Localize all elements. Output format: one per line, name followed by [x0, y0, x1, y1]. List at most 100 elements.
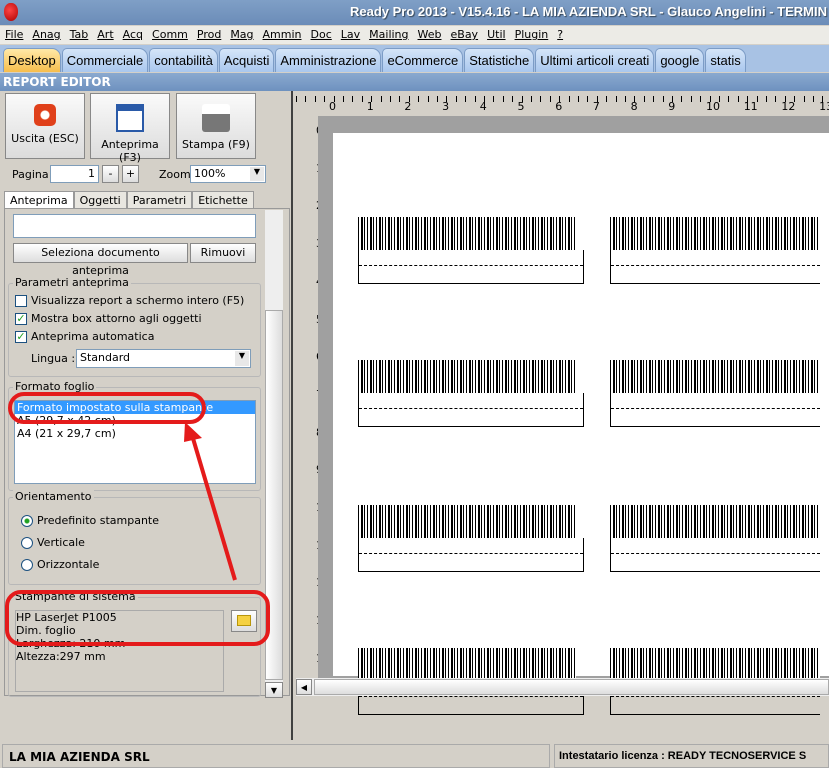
- ruler-tick: [803, 96, 805, 102]
- language-select[interactable]: Standard ▼: [76, 349, 251, 368]
- radio-default-printer[interactable]: Predefinito stampante: [21, 514, 159, 527]
- print-label: Stampa (F9): [182, 138, 250, 151]
- label-text-placeholder: [610, 250, 820, 284]
- ruler-tick: [390, 96, 391, 102]
- horizontal-ruler: 012345678910111213: [296, 94, 829, 116]
- menu-acq[interactable]: Acq: [118, 26, 147, 44]
- ruler-tick: [437, 96, 438, 102]
- page-input[interactable]: 1: [50, 165, 99, 183]
- tab-2[interactable]: contabilità: [149, 48, 218, 72]
- select-preview-document-button[interactable]: Seleziona documento anteprima: [13, 243, 188, 277]
- menu-help[interactable]: ?: [552, 26, 567, 44]
- chevron-down-icon: ▼: [250, 167, 264, 181]
- menu-tab[interactable]: Tab: [65, 26, 93, 44]
- menu-comm[interactable]: Comm: [147, 26, 192, 44]
- menu-plugin[interactable]: Plugin: [510, 26, 553, 44]
- ruler-tick: [502, 96, 504, 102]
- ruler-tick: [681, 96, 683, 102]
- barcode: [358, 505, 576, 538]
- ruler-tick: [540, 96, 542, 102]
- barcode-label: [358, 217, 584, 284]
- ruler-tick: [352, 96, 354, 102]
- ruler-tick-label: 13: [819, 100, 829, 113]
- ruler-tick: [813, 96, 814, 102]
- ruler-tick: [643, 96, 645, 102]
- ruler-tick-label: 0: [329, 100, 336, 113]
- zoom-label: Zoom: [159, 168, 191, 181]
- ruler-tick: [493, 96, 495, 102]
- tab-5[interactable]: eCommerce: [382, 48, 464, 72]
- ruler-tick-label: 11: [743, 100, 758, 113]
- ruler-tick: [474, 96, 476, 102]
- ruler-tick: [737, 96, 739, 102]
- tab-0[interactable]: Desktop: [3, 48, 61, 72]
- preview-params-group: Parametri anteprima Visualizza report a …: [8, 276, 261, 377]
- tab-7[interactable]: Ultimi articoli creati: [535, 48, 655, 72]
- horizontal-scrollbar[interactable]: ◀: [296, 678, 829, 696]
- menu-file[interactable]: File: [0, 26, 27, 44]
- tab-oggetti[interactable]: Oggetti: [73, 191, 127, 209]
- menu-anag[interactable]: Anag: [27, 26, 64, 44]
- section-title: REPORT EDITOR: [0, 73, 829, 91]
- scroll-left-button[interactable]: ◀: [296, 679, 312, 695]
- menu-lav[interactable]: Lav: [336, 26, 364, 44]
- scroll-down-button[interactable]: ▼: [265, 682, 283, 698]
- menu-prod[interactable]: Prod: [192, 26, 225, 44]
- page-prev-button[interactable]: -: [102, 165, 119, 183]
- ruler-tick: [587, 96, 589, 102]
- menu-web[interactable]: Web: [413, 26, 446, 44]
- menu-util[interactable]: Util: [482, 26, 509, 44]
- tab-8[interactable]: google: [655, 48, 705, 72]
- print-button[interactable]: Stampa (F9): [176, 93, 256, 159]
- radio-horizontal[interactable]: Orizzontale: [21, 558, 99, 571]
- remove-button[interactable]: Rimuovi: [190, 243, 256, 263]
- label-text-placeholder: [610, 393, 820, 427]
- ruler-tick: [296, 96, 297, 102]
- show-box-checkbox[interactable]: ✓ Mostra box attorno agli oggetti: [15, 312, 202, 325]
- preview-button[interactable]: Anteprima (F3): [90, 93, 170, 164]
- auto-preview-checkbox[interactable]: ✓ Anteprima automatica: [15, 330, 154, 343]
- preview-window-icon: [116, 104, 144, 132]
- sub-tabs: Anteprima Oggetti Parametri Etichette: [4, 191, 254, 209]
- ruler-tick: [606, 96, 608, 102]
- annotation-highlight: [8, 392, 206, 424]
- menu-ebay[interactable]: eBay: [446, 26, 483, 44]
- radio-vertical[interactable]: Verticale: [21, 536, 85, 549]
- menu-doc[interactable]: Doc: [306, 26, 336, 44]
- ruler-tick-label: 2: [404, 100, 412, 113]
- page-next-button[interactable]: +: [122, 165, 139, 183]
- language-value: Standard: [80, 351, 131, 364]
- preview-label: Anteprima (F3): [101, 138, 159, 164]
- fullscreen-checkbox[interactable]: Visualizza report a schermo intero (F5): [15, 294, 244, 307]
- menu-ammin[interactable]: Ammin: [258, 26, 306, 44]
- ruler-tick: [455, 96, 457, 102]
- tab-parametri[interactable]: Parametri: [126, 191, 193, 209]
- menu-art[interactable]: Art: [92, 26, 117, 44]
- tab-etichette[interactable]: Etichette: [192, 191, 254, 209]
- zoom-select[interactable]: 100% ▼: [190, 165, 266, 183]
- tab-9[interactable]: statis: [705, 48, 746, 72]
- ruler-tick: [549, 96, 551, 102]
- scrollbar-thumb[interactable]: [314, 679, 829, 695]
- tab-1[interactable]: Commerciale: [61, 48, 149, 72]
- group-label: Parametri anteprima: [13, 276, 131, 289]
- annotation-arrow: [184, 422, 237, 581]
- barcode: [610, 217, 820, 250]
- ruler-tick: [418, 96, 420, 102]
- menu-mag[interactable]: Mag: [225, 26, 257, 44]
- label-text-placeholder: [358, 250, 584, 284]
- tab-anteprima[interactable]: Anteprima: [4, 191, 74, 209]
- preview-document-field[interactable]: [13, 214, 256, 238]
- tab-6[interactable]: Statistiche: [464, 48, 535, 72]
- exit-button[interactable]: Uscita (ESC): [5, 93, 85, 159]
- ruler-tick: [775, 96, 777, 102]
- menu-mailing[interactable]: Mailing: [364, 26, 412, 44]
- radio-label: Verticale: [37, 536, 85, 549]
- main-tabs: Desktop Commerciale contabilità Acquisti Amm…: [0, 45, 829, 72]
- tab-3[interactable]: Acquisti: [218, 48, 275, 72]
- ruler-tick-label: 1: [366, 100, 374, 113]
- tab-4[interactable]: Amministrazione: [275, 48, 382, 72]
- app-logo-icon: [4, 3, 18, 21]
- barcode: [610, 648, 820, 681]
- report-page: [333, 133, 829, 715]
